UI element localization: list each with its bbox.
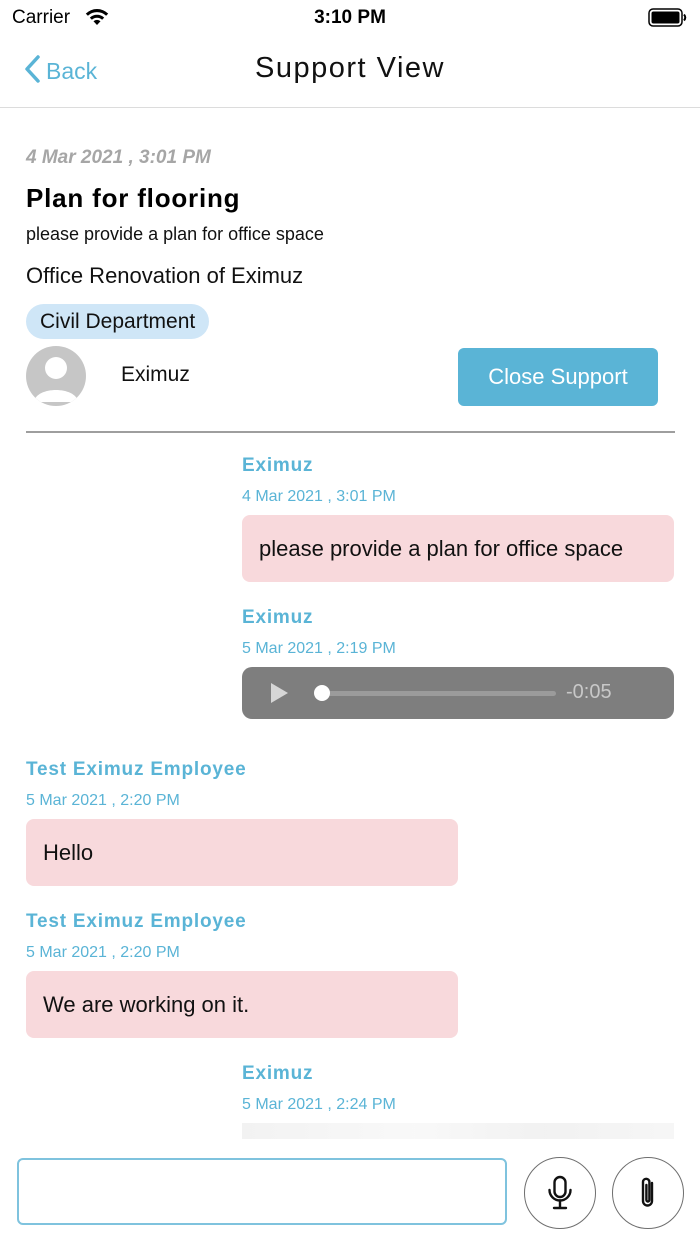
mic-icon	[548, 1175, 572, 1210]
message-bubble: We are working on it.	[26, 971, 458, 1038]
department-badge: Civil Department	[26, 304, 210, 339]
message-item: Eximuz 5 Mar 2021 , 2:24 PM	[242, 1063, 674, 1139]
status-bar: Carrier 3:10 PM	[0, 0, 700, 36]
ticket-date: 4 Mar 2021 , 3:01 PM	[26, 147, 211, 168]
message-item: Eximuz 5 Mar 2021 , 2:19 PM -0:05	[242, 607, 674, 719]
ticket-description: please provide a plan for office space	[26, 224, 324, 244]
audio-progress-track[interactable]	[321, 691, 556, 696]
message-time: 5 Mar 2021 , 2:20 PM	[26, 944, 180, 961]
project-name: Office Renovation of Eximuz	[26, 263, 304, 288]
message-input[interactable]	[17, 1158, 507, 1225]
audio-remaining-time: -0:05	[566, 681, 612, 703]
message-time: 4 Mar 2021 , 3:01 PM	[242, 488, 396, 505]
message-item: Eximuz 4 Mar 2021 , 3:01 PM please provi…	[242, 455, 674, 582]
close-support-button[interactable]: Close Support	[458, 348, 658, 406]
battery-icon	[648, 8, 688, 27]
divider	[26, 431, 675, 433]
message-time: 5 Mar 2021 , 2:24 PM	[242, 1096, 396, 1113]
message-sender: Test Eximuz Employee	[26, 911, 247, 932]
attach-file-button[interactable]	[612, 1157, 684, 1229]
audio-player: -0:05	[242, 667, 674, 719]
record-audio-button[interactable]	[524, 1157, 596, 1229]
message-time: 5 Mar 2021 , 2:19 PM	[242, 640, 396, 657]
avatar	[26, 346, 86, 406]
message-sender: Eximuz	[242, 455, 314, 476]
ticket-title: Plan for flooring	[26, 183, 241, 213]
status-time: 3:10 PM	[314, 7, 386, 28]
message-time: 5 Mar 2021 , 2:20 PM	[26, 792, 180, 809]
message-sender: Eximuz	[242, 1063, 314, 1084]
message-bubble-partial	[242, 1123, 674, 1139]
message-input-bar	[0, 1140, 700, 1244]
play-icon[interactable]	[268, 682, 290, 704]
message-sender: Eximuz	[242, 607, 314, 628]
page-title: Support View	[255, 52, 445, 84]
message-bubble: Hello	[26, 819, 458, 886]
message-sender: Test Eximuz Employee	[26, 759, 247, 780]
nav-bar: Back Support View	[0, 36, 700, 108]
user-placeholder-icon	[34, 357, 78, 402]
message-item: Test Eximuz Employee 5 Mar 2021 , 2:20 P…	[26, 759, 458, 886]
message-bubble: please provide a plan for office space	[242, 515, 674, 582]
audio-scrubber[interactable]	[314, 685, 330, 701]
message-item: Test Eximuz Employee 5 Mar 2021 , 2:20 P…	[26, 911, 458, 1038]
paperclip-icon	[641, 1177, 654, 1207]
owner-name: Eximuz	[121, 363, 190, 386]
